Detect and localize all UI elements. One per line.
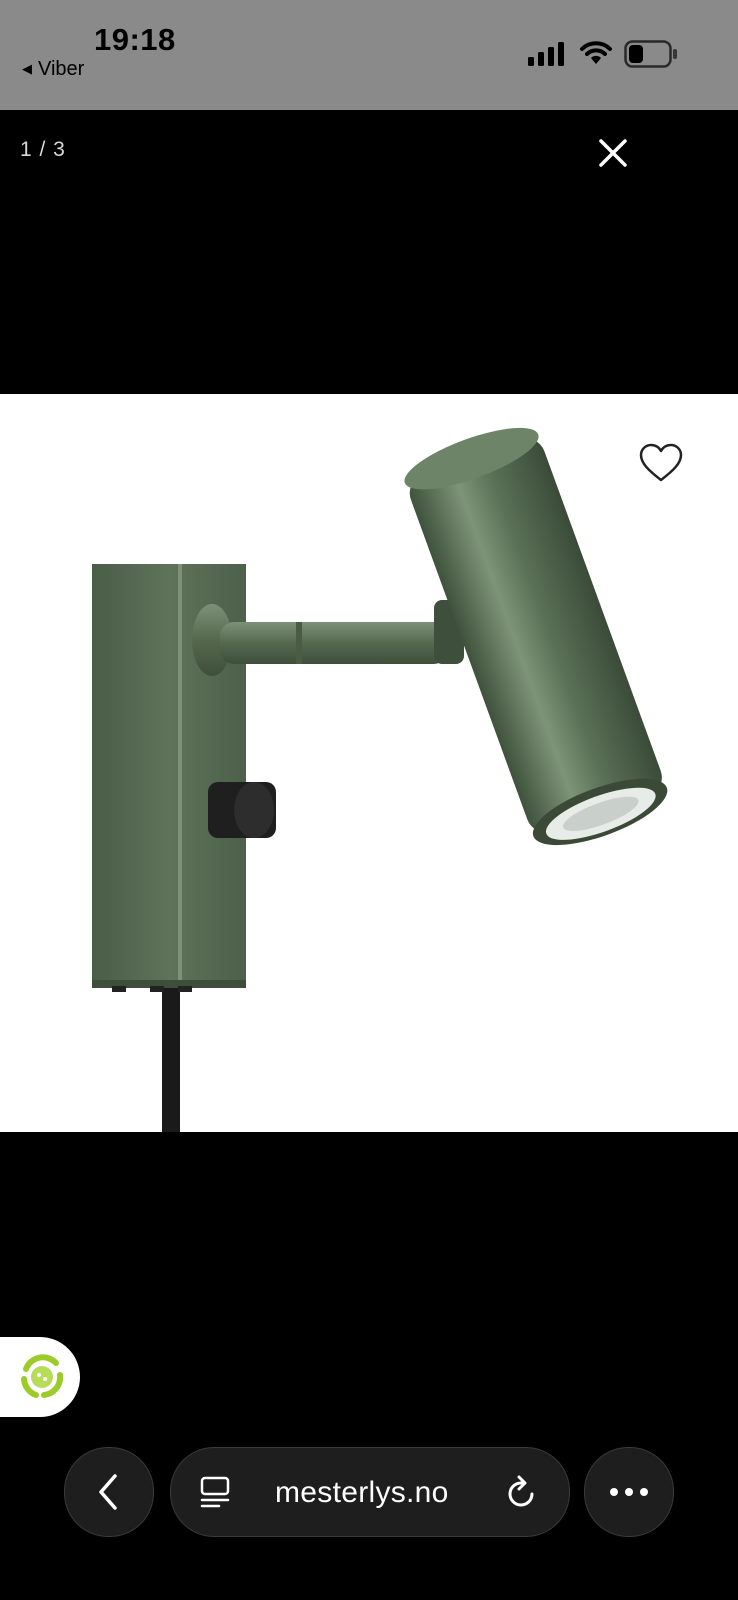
reload-icon[interactable]	[505, 1474, 539, 1510]
product-image-area[interactable]	[0, 394, 738, 1132]
wifi-icon	[580, 41, 612, 64]
back-triangle-icon: ◀	[22, 61, 32, 76]
image-counter: 1 / 3	[20, 138, 66, 161]
chevron-left-icon	[99, 1474, 117, 1510]
battery-icon	[624, 40, 677, 68]
address-bar[interactable]: mesterlys.no	[170, 1447, 570, 1537]
status-bar: 19:18 ◀ Viber	[0, 0, 738, 110]
browser-back-button[interactable]	[64, 1447, 154, 1537]
recycle-badge-icon	[21, 1354, 64, 1398]
close-icon[interactable]	[596, 136, 630, 170]
back-app-label: Viber	[38, 58, 85, 80]
heart-outline-icon[interactable]	[638, 442, 684, 484]
reader-icon	[200, 1476, 230, 1508]
back-to-app-link[interactable]: ◀ Viber	[22, 58, 84, 81]
status-time: 19:18	[94, 22, 176, 57]
url-text: mesterlys.no	[275, 1476, 449, 1509]
recycle-badge-button[interactable]	[0, 1337, 80, 1417]
product-image	[92, 427, 668, 1132]
cellular-signal-icon	[528, 42, 564, 66]
more-dots-icon	[610, 1488, 648, 1496]
more-options-button[interactable]	[584, 1447, 674, 1537]
